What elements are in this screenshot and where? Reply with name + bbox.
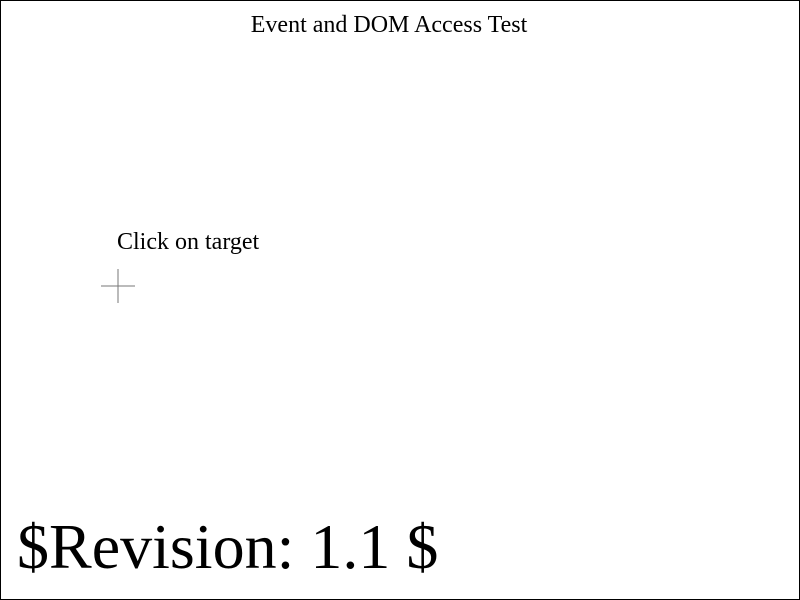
revision-label: $Revision: 1.1 $ xyxy=(17,511,439,582)
crosshair-icon[interactable] xyxy=(101,269,135,303)
instruction-text: Click on target xyxy=(117,229,260,255)
test-canvas: Event and DOM Access Test Click on targe… xyxy=(0,0,800,600)
click-target[interactable] xyxy=(101,269,135,303)
page-title: Event and DOM Access Test xyxy=(250,12,528,38)
